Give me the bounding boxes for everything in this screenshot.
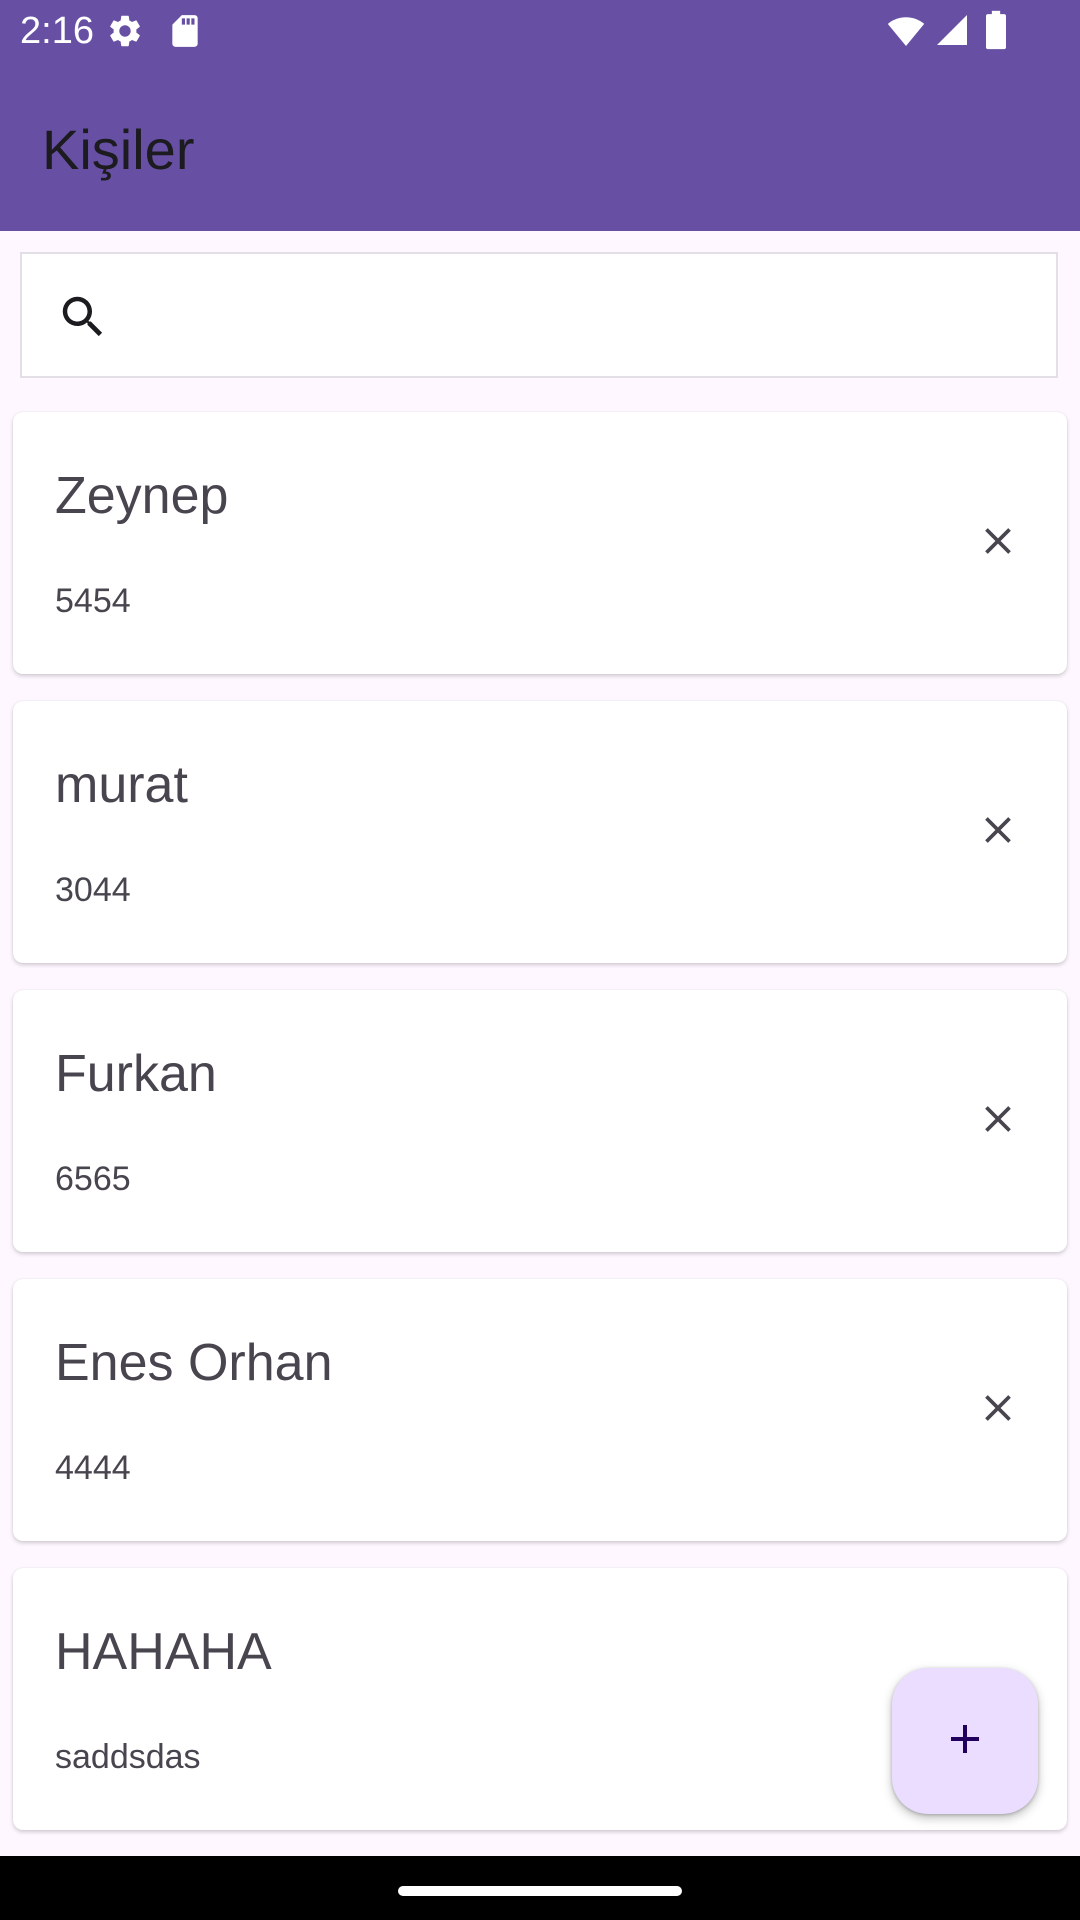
delete-button[interactable] (966, 1378, 1030, 1442)
contact-number: saddsdas (55, 1738, 201, 1776)
contact-number: 5454 (55, 582, 131, 620)
contact-card[interactable]: murat 3044 (13, 701, 1067, 963)
search-icon (56, 290, 110, 349)
delete-button[interactable] (966, 800, 1030, 864)
status-bar: 2:16 (0, 0, 1080, 62)
contact-number: 6565 (55, 1160, 131, 1198)
contact-name: HAHAHA (55, 1623, 272, 1681)
status-time: 2:16 (20, 10, 94, 52)
contact-card[interactable]: Zeynep 5454 (13, 412, 1067, 674)
close-icon (976, 1386, 1020, 1435)
delete-button[interactable] (966, 1089, 1030, 1153)
contact-number: 3044 (55, 871, 131, 909)
contact-name: Furkan (55, 1045, 217, 1103)
close-icon (976, 519, 1020, 568)
close-icon (976, 808, 1020, 857)
contact-name: Zeynep (55, 467, 229, 525)
navigation-bar (0, 1856, 1080, 1920)
contact-name: Enes Orhan (55, 1334, 333, 1392)
add-contact-button[interactable] (892, 1668, 1038, 1814)
plus-icon (941, 1715, 989, 1768)
home-gesture-handle[interactable] (398, 1886, 682, 1896)
contact-name: murat (55, 756, 188, 814)
delete-button[interactable] (966, 511, 1030, 575)
battery-icon (982, 10, 1010, 55)
sd-card-icon (166, 12, 204, 55)
contact-card[interactable]: Furkan 6565 (13, 990, 1067, 1252)
contact-number: 4444 (55, 1449, 131, 1487)
page-title: Kişiler (42, 118, 195, 181)
contact-card[interactable]: Enes Orhan 4444 (13, 1279, 1067, 1541)
app-bar: Kişiler (0, 62, 1080, 231)
wifi-icon (886, 12, 926, 55)
close-icon (976, 1097, 1020, 1146)
search-input[interactable] (130, 270, 1034, 362)
signal-icon (934, 12, 970, 53)
gear-icon (106, 12, 144, 55)
